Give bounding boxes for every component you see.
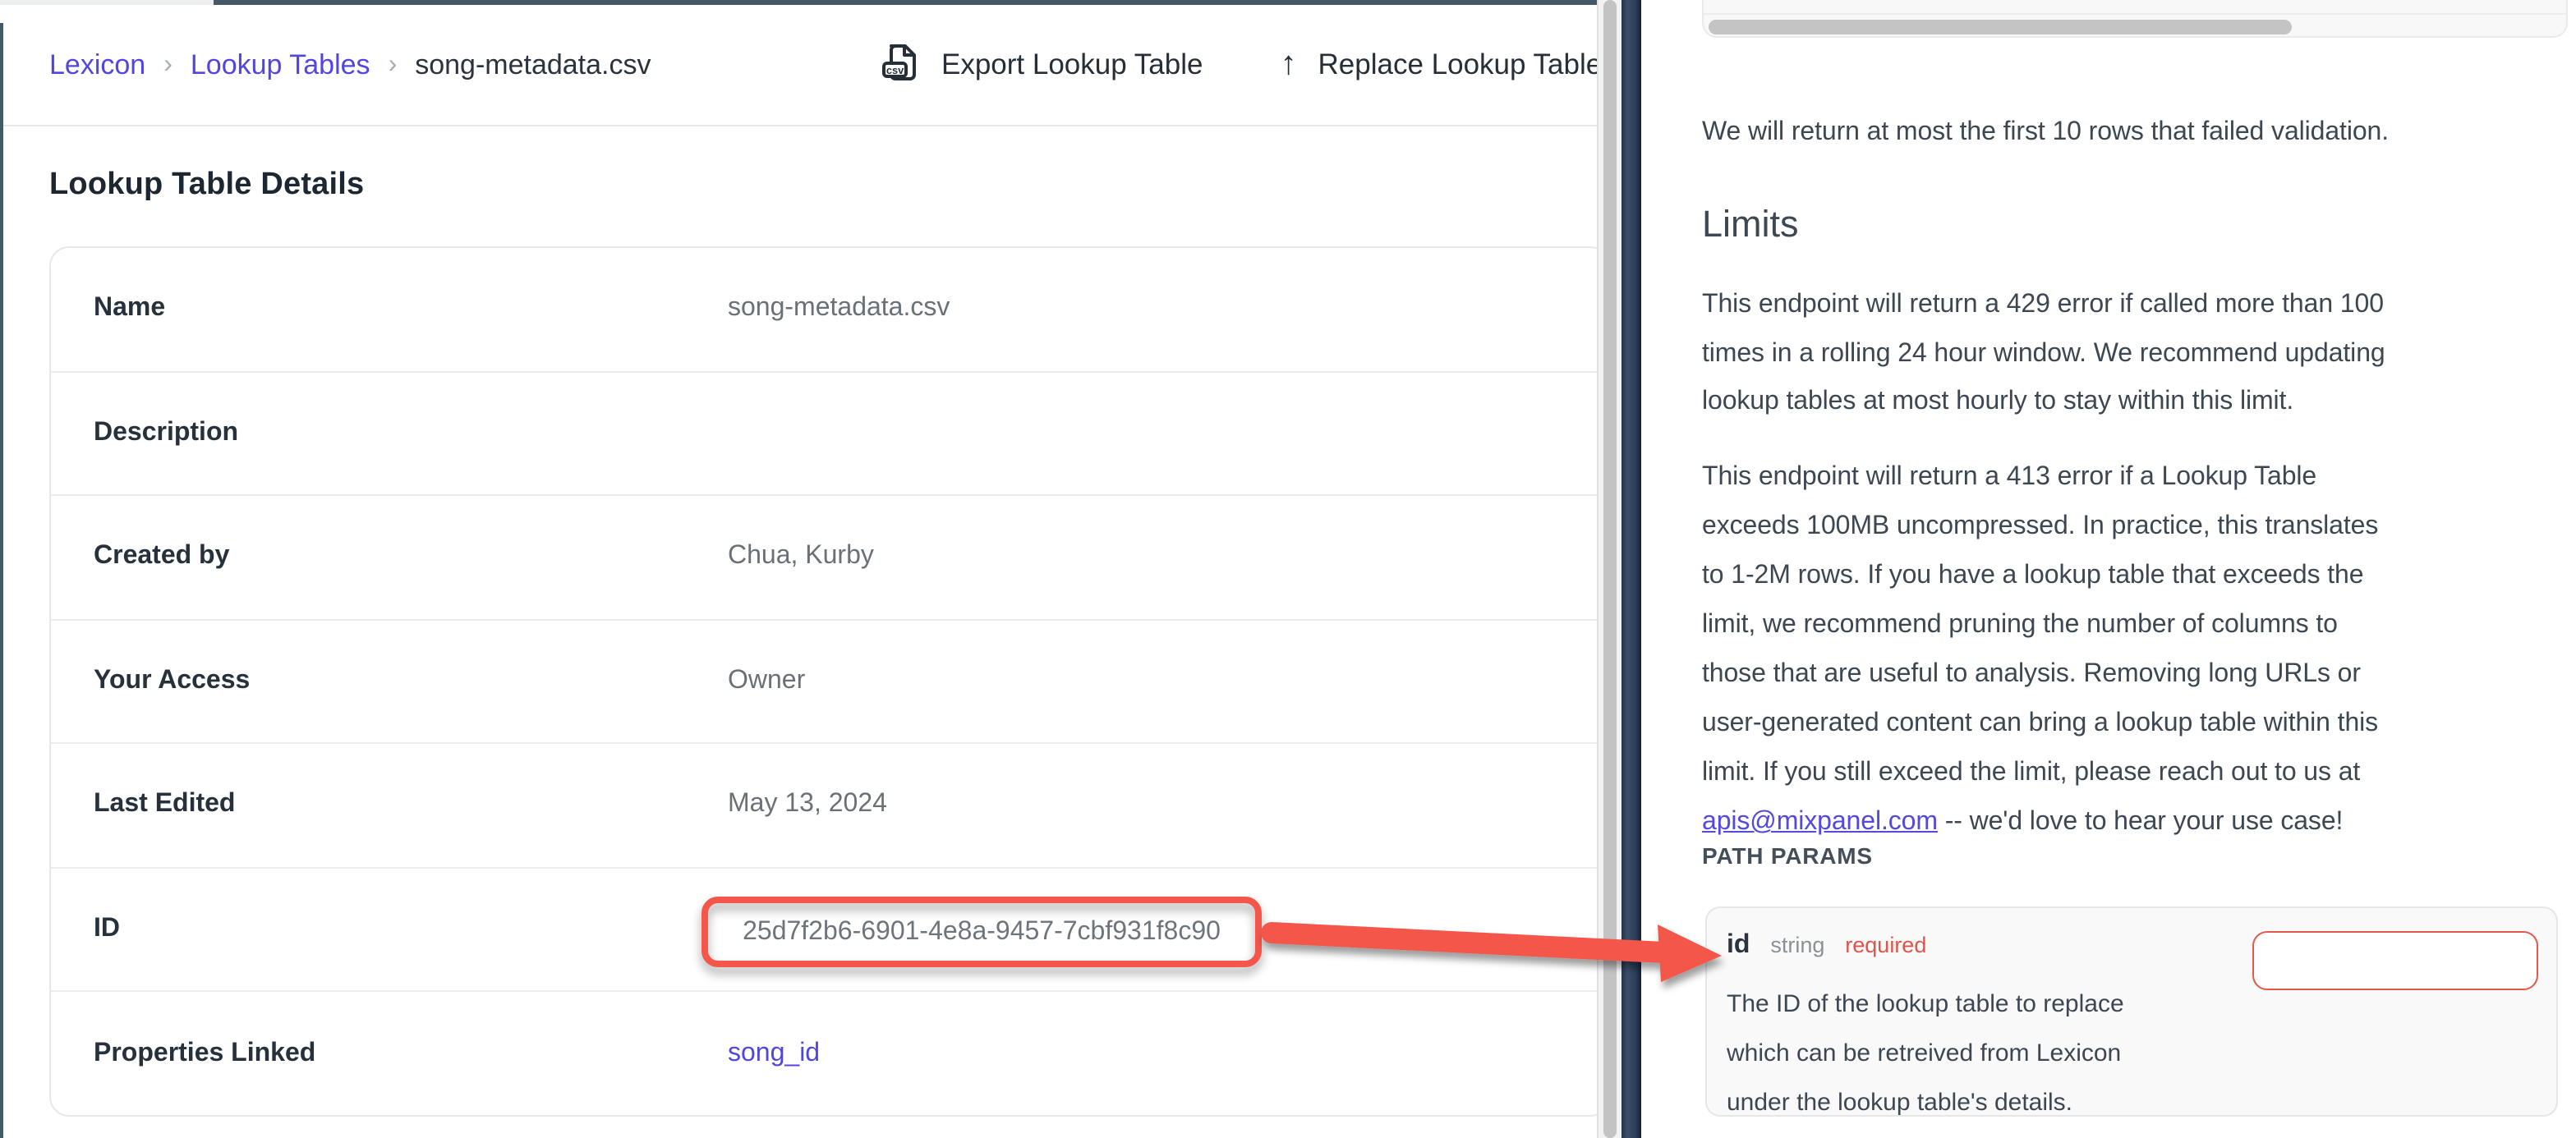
param-name: id: [1727, 931, 1750, 959]
text-after-link: -- we'd love to hear your use case!: [1938, 808, 2343, 836]
mixpanel-email-link[interactable]: apis@mixpanel.com: [1702, 808, 1938, 836]
screenshot-root: Lexicon › Lookup Tables › song-metadata.…: [0, 0, 2576, 1138]
left-topbar: Lexicon › Lookup Tables › song-metadata.…: [0, 5, 1596, 126]
limits-heading: Limits: [1702, 204, 1799, 246]
row-value: song-metadata.csv: [728, 295, 950, 324]
page-title: Lookup Table Details: [49, 167, 364, 204]
replace-lookup-table-button[interactable]: ↑ Replace Lookup Table: [1281, 46, 1597, 84]
text-line: user-generated content can bring a looku…: [1702, 700, 2378, 749]
table-row-your-access: Your Access Owner: [51, 620, 1596, 744]
text-line: times in a rolling 24 hour window. We re…: [1702, 329, 2385, 378]
text-line: The ID of the lookup table to replace: [1727, 980, 2124, 1030]
replace-button-label: Replace Lookup Table: [1318, 48, 1597, 82]
export-button-label: Export Lookup Table: [941, 48, 1203, 82]
row-label: Description: [94, 419, 728, 448]
row-label: Your Access: [94, 667, 728, 696]
param-type: string: [1770, 933, 1824, 957]
text-line: which can be retreived from Lexicon: [1727, 1030, 2124, 1079]
row-value: May 13, 2024: [728, 791, 887, 820]
scrollbar-hairline: [1703, 13, 2567, 15]
table-row-id: ID: [51, 868, 1596, 992]
row-label: Name: [94, 295, 728, 324]
text-line: under the lookup table's details.: [1727, 1079, 2124, 1128]
breadcrumb-separator: ›: [163, 50, 172, 80]
row-label: Last Edited: [94, 791, 728, 820]
row-label: ID: [94, 915, 728, 944]
breadcrumb: Lexicon › Lookup Tables › song-metadata.…: [49, 5, 651, 125]
breadcrumb-separator: ›: [389, 50, 398, 80]
text-line: limit, we recommend pruning the number o…: [1702, 601, 2378, 650]
param-id-input[interactable]: [2252, 931, 2538, 990]
row-value: Chua, Kurby: [728, 543, 874, 572]
text-line: lookup tables at most hourly to stay wit…: [1702, 378, 2385, 426]
text-line: exceeds 100MB uncompressed. In practice,…: [1702, 502, 2378, 552]
param-description: The ID of the lookup table to replace wh…: [1727, 980, 2124, 1128]
text-line: This endpoint will return a 413 error if…: [1702, 453, 2378, 502]
breadcrumb-current-file: song-metadata.csv: [415, 48, 651, 81]
horizontal-scrollbar-thumb[interactable]: [1708, 19, 2291, 34]
limits-paragraph-1: This endpoint will return a 429 error if…: [1702, 281, 2385, 426]
text-line: those that are useful to analysis. Remov…: [1702, 650, 2378, 700]
toolbar: csv Export Lookup Table ↑ Replace Lookup…: [882, 5, 1596, 125]
upload-arrow-icon: ↑: [1281, 46, 1297, 84]
path-param-card: id string required The ID of the lookup …: [1705, 906, 2558, 1117]
breadcrumb-link-lookup-tables[interactable]: Lookup Tables: [191, 48, 370, 81]
text-line: to 1-2M rows. If you have a lookup table…: [1702, 552, 2378, 601]
lookup-table-details-panel: Lexicon › Lookup Tables › song-metadata.…: [0, 5, 1596, 1138]
table-row-description: Description: [51, 372, 1596, 496]
row-label: Properties Linked: [94, 1039, 728, 1069]
path-params-label: PATH PARAMS: [1702, 842, 1873, 869]
table-row-name: Name song-metadata.csv: [51, 248, 1596, 372]
text-line: This endpoint will return a 429 error if…: [1702, 281, 2385, 329]
vertical-scrollbar[interactable]: [1603, 0, 1617, 1138]
song-id-link[interactable]: song_id: [728, 1039, 820, 1069]
table-row-properties-linked: Properties Linked song_id: [51, 992, 1596, 1116]
csv-file-icon: csv: [882, 39, 920, 91]
docs-intro-text: We will return at most the first 10 rows…: [1702, 108, 2389, 156]
limits-paragraph-2: This endpoint will return a 413 error if…: [1702, 453, 2378, 847]
row-value: Owner: [728, 667, 805, 696]
svg-text:csv: csv: [886, 63, 904, 76]
api-docs-panel: We will return at most the first 10 rows…: [1640, 0, 2576, 1138]
window-split-bar: [1622, 0, 1640, 1138]
table-row-created-by: Created by Chua, Kurby: [51, 496, 1596, 620]
text-line: apis@mixpanel.com -- we'd love to hear y…: [1702, 798, 2378, 847]
window-left-edge: [0, 23, 3, 1138]
param-header: id string required: [1727, 931, 1926, 961]
table-row-last-edited: Last Edited May 13, 2024: [51, 744, 1596, 868]
breadcrumb-link-lexicon[interactable]: Lexicon: [49, 48, 145, 81]
details-card: Name song-metadata.csv Description Creat…: [49, 246, 1596, 1117]
row-label: Created by: [94, 543, 728, 572]
export-lookup-table-button[interactable]: csv Export Lookup Table: [882, 39, 1203, 91]
text-line: limit. If you still exceed the limit, pl…: [1702, 749, 2378, 798]
param-required-badge: required: [1845, 933, 1926, 957]
